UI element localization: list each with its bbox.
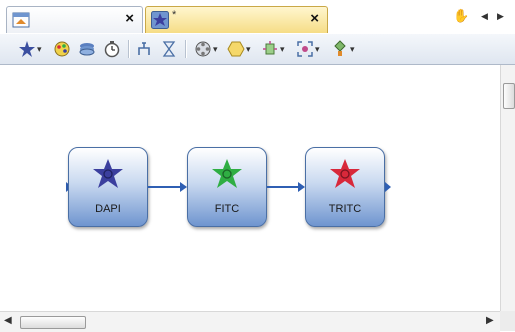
node-label: TRITC: [328, 203, 362, 215]
vertical-scrollbar[interactable]: [500, 65, 515, 311]
color-palette-icon: [53, 40, 71, 58]
channel-node-fitc[interactable]: FITC: [187, 147, 267, 227]
layers-stack-icon: [78, 40, 96, 58]
chevron-down-icon: ▾: [213, 43, 218, 54]
star-fluorescence-icon: [151, 11, 169, 29]
connector-line: [267, 186, 298, 188]
layers-stack-button[interactable]: [78, 38, 96, 60]
document-tab-strip: × * × ✋ ◀ ▶: [0, 0, 515, 35]
vertical-scroll-thumb[interactable]: [503, 83, 515, 109]
workflow-canvas[interactable]: DAPI FITC TRITC: [0, 65, 500, 291]
connector-arrow: [298, 182, 305, 192]
resize-grip[interactable]: [500, 311, 515, 331]
scroll-tabs-right-icon[interactable]: ▶: [497, 11, 504, 22]
tab-document-2-active[interactable]: * ×: [145, 6, 328, 33]
output-port[interactable]: [385, 182, 391, 192]
scroll-left-icon[interactable]: ◀: [4, 315, 12, 326]
hourglass-button[interactable]: [160, 38, 178, 60]
star-fluorescence-icon: [91, 158, 125, 195]
connector-line: [148, 186, 180, 188]
close-icon[interactable]: ×: [125, 10, 134, 27]
chevron-down-icon: ▾: [37, 43, 42, 54]
horizontal-scroll-thumb[interactable]: [20, 316, 86, 329]
filter-wheel-icon: [194, 40, 212, 58]
tab-document-1[interactable]: ×: [6, 6, 143, 33]
node-label: DAPI: [95, 203, 121, 215]
timer-icon: [103, 40, 121, 58]
star-fluorescence-icon: [328, 158, 362, 195]
connector-arrow: [180, 182, 187, 192]
chevron-down-icon: ▾: [350, 43, 355, 54]
close-icon[interactable]: ×: [310, 10, 319, 27]
horizontal-scrollbar[interactable]: ◀ ▶: [0, 311, 500, 332]
toolbar-divider: [128, 40, 130, 58]
scroll-tabs-left-icon[interactable]: ◀: [481, 11, 488, 22]
camera-focus-icon: [296, 40, 314, 58]
hourglass-icon: [160, 40, 178, 58]
node-label: FITC: [214, 203, 240, 215]
channel-node-dapi[interactable]: DAPI: [68, 147, 148, 227]
objective-icon: [331, 40, 349, 58]
scroll-right-icon[interactable]: ▶: [486, 315, 494, 326]
star-channel-icon: [18, 40, 36, 58]
z-stack-button[interactable]: [136, 38, 154, 60]
light-source-icon: [261, 40, 279, 58]
color-palette-button[interactable]: [53, 38, 71, 60]
toolbar-divider: [185, 40, 187, 58]
chevron-down-icon: ▾: [315, 43, 320, 54]
channel-node-tritc[interactable]: TRITC: [305, 147, 385, 227]
z-stack-icon: [136, 40, 154, 58]
hexagon-shape-icon: [227, 40, 245, 58]
objective-button[interactable]: ▾: [331, 38, 355, 60]
star-fluorescence-icon: [210, 158, 244, 195]
timer-button[interactable]: [103, 38, 121, 60]
chevron-down-icon: ▾: [246, 43, 251, 54]
hexagon-shape-button[interactable]: ▾: [227, 38, 251, 60]
experiment-document-icon: [12, 11, 30, 29]
star-channel-button[interactable]: ▾: [18, 38, 42, 60]
light-source-button[interactable]: ▾: [261, 38, 285, 60]
camera-focus-button[interactable]: ▾: [296, 38, 320, 60]
filter-wheel-button[interactable]: ▾: [194, 38, 218, 60]
toolbar: ▾ ▾ ▾ ▾ ▾ ▾: [0, 34, 515, 65]
pan-hand-icon[interactable]: ✋: [453, 8, 469, 24]
chevron-down-icon: ▾: [280, 43, 285, 54]
modified-indicator: *: [172, 9, 177, 21]
